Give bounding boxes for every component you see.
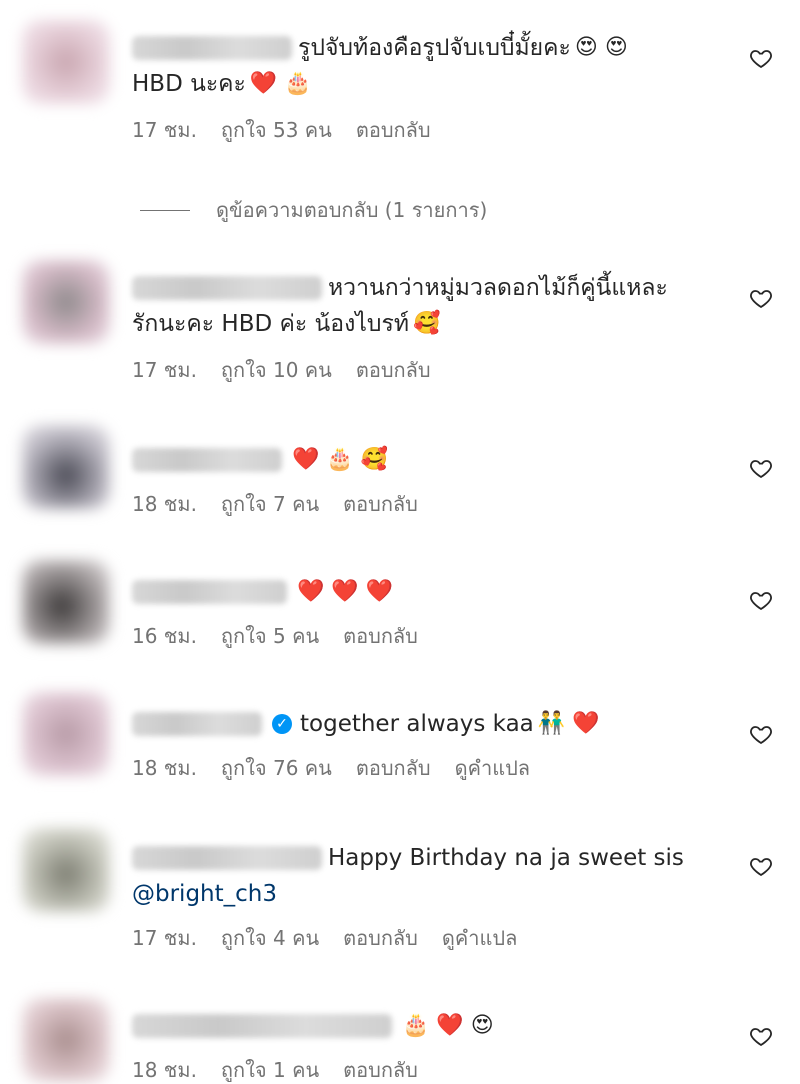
comment-text: รูปจับท้องคือรูปจับเบบี๋มั้ยคะ <box>298 35 571 61</box>
likes-count[interactable]: ถูกใจ 53 คน <box>221 116 332 144</box>
heart-outline-icon[interactable] <box>748 588 774 612</box>
comment-text: HBD นะคะ <box>132 71 246 97</box>
comment-emoji: 👬 ❤️ <box>537 711 600 736</box>
comment-text: Happy Birthday na ja sweet sis <box>328 845 684 871</box>
translate-button[interactable]: ดูคำแปล <box>442 924 517 952</box>
username[interactable] <box>132 580 287 604</box>
reply-button[interactable]: ตอบกลับ <box>356 356 431 384</box>
heart-outline-icon[interactable] <box>748 46 774 70</box>
likes-count[interactable]: ถูกใจ 76 คน <box>221 754 332 782</box>
avatar[interactable] <box>22 260 110 344</box>
comment-emoji: ❤️ ❤️ ❤️ <box>297 579 394 604</box>
likes-count[interactable]: ถูกใจ 7 คน <box>221 490 319 518</box>
username[interactable] <box>132 846 322 870</box>
heart-outline-icon[interactable] <box>748 854 774 878</box>
comment-emoji: 😍 😍 <box>574 35 628 60</box>
comment-time: 18 ชม. <box>132 492 197 516</box>
comment-emoji: 🎂 ❤️ 😍 <box>402 1013 494 1038</box>
username[interactable] <box>132 448 282 472</box>
avatar[interactable] <box>22 692 110 776</box>
likes-count[interactable]: ถูกใจ 5 คน <box>221 622 319 650</box>
heart-outline-icon[interactable] <box>748 1024 774 1048</box>
view-replies-button[interactable]: ดูข้อความตอบกลับ (1 รายการ) <box>140 194 487 226</box>
view-replies-label: ดูข้อความตอบกลับ (1 รายการ) <box>216 198 488 222</box>
comment-time: 16 ชม. <box>132 624 197 648</box>
comment-emoji: ❤️ 🎂 🥰 <box>292 447 389 472</box>
reply-button[interactable]: ตอบกลับ <box>343 622 418 650</box>
comment-time: 17 ชม. <box>132 358 197 382</box>
comment-text: together always kaa <box>300 711 534 737</box>
reply-button[interactable]: ตอบกลับ <box>343 490 418 518</box>
username[interactable] <box>132 36 292 60</box>
avatar[interactable] <box>22 425 110 509</box>
heart-outline-icon[interactable] <box>748 286 774 310</box>
comment-text: รักนะคะ HBD ค่ะ น้องไบรท์ <box>132 311 409 337</box>
comment-emoji: 🥰 <box>413 311 441 336</box>
username[interactable] <box>132 276 322 300</box>
reply-button[interactable]: ตอบกลับ <box>356 116 431 144</box>
comment-time: 18 ชม. <box>132 756 197 780</box>
comment-time: 18 ชม. <box>132 1058 197 1082</box>
likes-count[interactable]: ถูกใจ 10 คน <box>221 356 332 384</box>
avatar[interactable] <box>22 828 110 912</box>
avatar[interactable] <box>22 560 110 644</box>
verified-badge-icon: ✓ <box>272 714 292 734</box>
comment-emoji: ❤️ 🎂 <box>249 71 312 96</box>
translate-button[interactable]: ดูคำแปล <box>455 754 530 782</box>
heart-outline-icon[interactable] <box>748 456 774 480</box>
comment-time: 17 ชม. <box>132 118 197 142</box>
likes-count[interactable]: ถูกใจ 4 คน <box>221 924 319 952</box>
divider <box>140 209 190 211</box>
reply-button[interactable]: ตอบกลับ <box>356 754 431 782</box>
mention-link[interactable]: @bright_ch3 <box>132 876 277 912</box>
comment-text: หวานกว่าหมู่มวลดอกไม้ก็คู่นี้แหละ <box>328 275 668 301</box>
reply-button[interactable]: ตอบกลับ <box>343 924 418 952</box>
reply-button[interactable]: ตอบกลับ <box>343 1056 418 1084</box>
avatar[interactable] <box>22 20 110 104</box>
username[interactable] <box>132 1014 392 1038</box>
username[interactable] <box>132 712 262 736</box>
comment-time: 17 ชม. <box>132 926 197 950</box>
likes-count[interactable]: ถูกใจ 1 คน <box>221 1056 319 1084</box>
avatar[interactable] <box>22 998 110 1082</box>
heart-outline-icon[interactable] <box>748 722 774 746</box>
